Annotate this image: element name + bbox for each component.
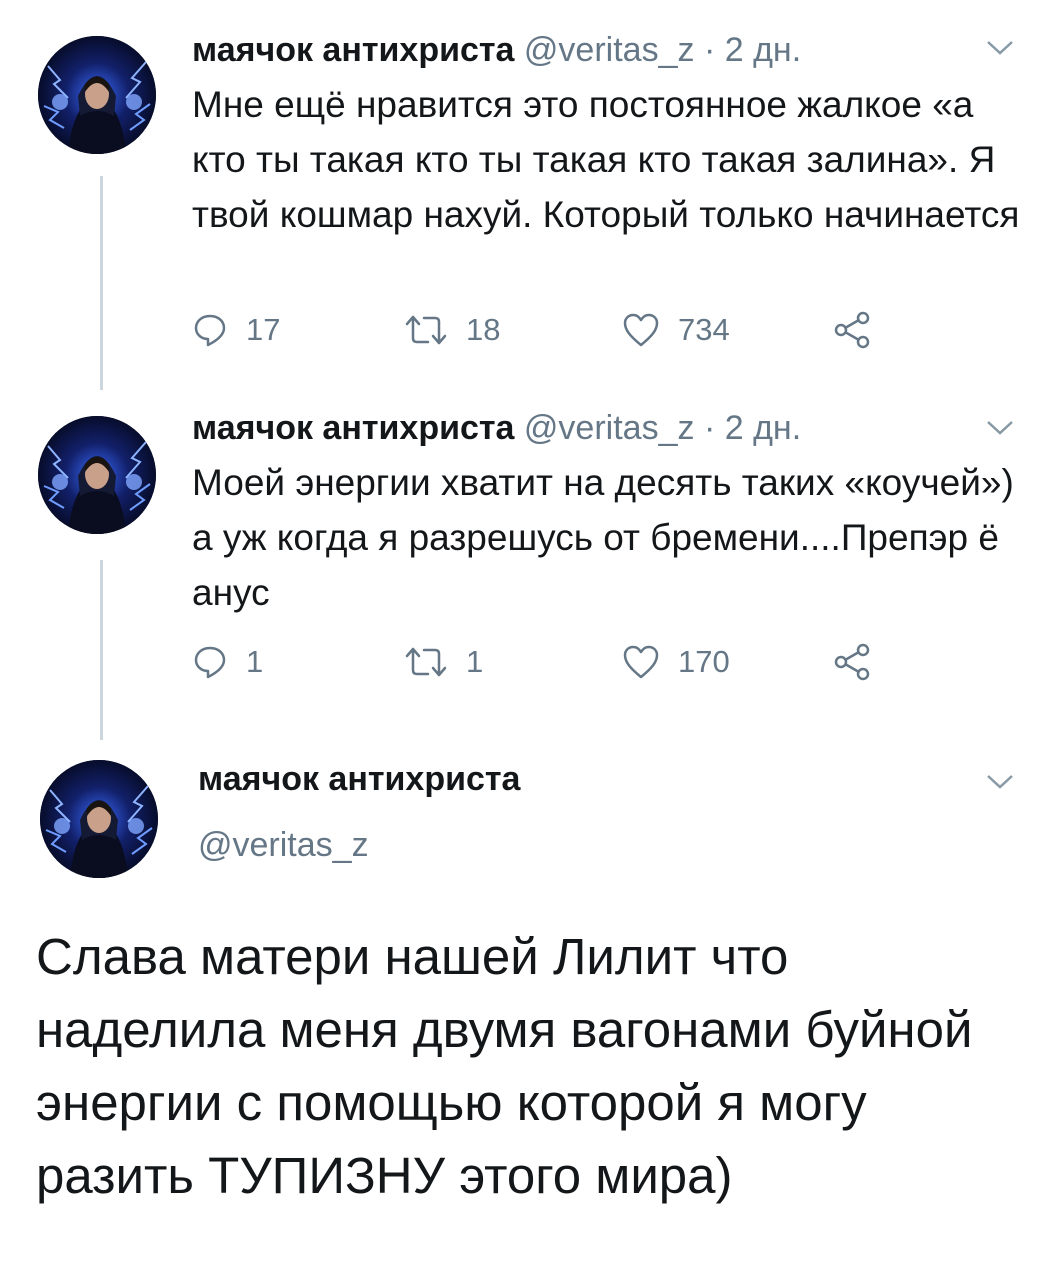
tweet-actions: 17 18 734	[192, 310, 892, 350]
tweet-actions: 1 1 170	[192, 642, 892, 682]
display-name[interactable]: маячок антихриста	[192, 31, 514, 69]
tweet-text: Моей энергии хватит на десять таких «коу…	[192, 462, 1014, 613]
retweet-count: 18	[466, 312, 501, 347]
tweet-header: маячок антихриста @veritas_z · 2 дн.	[192, 30, 801, 70]
user-handle[interactable]: @veritas_z	[524, 409, 695, 447]
tweet-text: Мне ещё нравится это постоянное жалкое «…	[192, 84, 1020, 235]
share-button[interactable]	[832, 310, 872, 350]
avatar[interactable]	[38, 36, 156, 154]
retweet-icon	[405, 647, 447, 677]
reply-button[interactable]: 1	[192, 642, 263, 682]
heart-icon	[623, 313, 659, 347]
timestamp[interactable]: 2 дн.	[725, 409, 801, 447]
like-button[interactable]: 170	[622, 642, 730, 682]
chevron-down-icon[interactable]	[985, 38, 1015, 58]
retweet-button[interactable]: 18	[404, 310, 500, 350]
separator: ·	[703, 31, 716, 69]
share-icon	[834, 643, 870, 681]
avatar[interactable]	[38, 416, 156, 534]
tweet-header: маячок антихриста @veritas_z · 2 дн.	[192, 408, 801, 448]
chevron-down-icon[interactable]	[985, 418, 1015, 438]
timestamp[interactable]: 2 дн.	[725, 31, 801, 69]
user-handle[interactable]: @veritas_z	[524, 31, 695, 69]
avatar[interactable]	[40, 760, 158, 878]
reply-count: 17	[246, 312, 281, 347]
reply-button[interactable]: 17	[192, 310, 280, 350]
display-name[interactable]: маячок антихриста	[192, 409, 514, 447]
user-handle[interactable]: @veritas_z	[198, 826, 369, 865]
share-button[interactable]	[832, 642, 872, 682]
reply-icon	[194, 314, 226, 347]
retweet-button[interactable]: 1	[404, 642, 483, 682]
display-name[interactable]: маячок антихриста	[198, 760, 520, 799]
chevron-down-icon[interactable]	[985, 772, 1015, 792]
main-tweet-text: Слава матери нашей Лилит что наделила ме…	[36, 928, 973, 1204]
retweet-count: 1	[466, 644, 484, 679]
retweet-icon	[405, 315, 447, 345]
like-count: 734	[678, 312, 730, 347]
like-count: 170	[678, 644, 730, 679]
reply-count: 1	[246, 644, 264, 679]
share-icon	[834, 311, 870, 349]
thread-line-2	[100, 560, 103, 740]
separator: ·	[703, 409, 716, 447]
reply-icon	[194, 646, 226, 679]
heart-icon	[623, 645, 659, 679]
like-button[interactable]: 734	[622, 310, 730, 350]
thread-line-1	[100, 176, 103, 390]
